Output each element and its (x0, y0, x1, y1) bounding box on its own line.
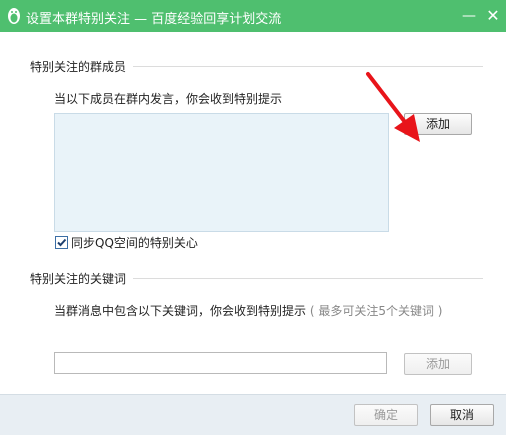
keywords-limit-note: ( 最多可关注5个关键词 ) (309, 304, 443, 318)
sync-qzone-label: 同步QQ空间的特别关心 (71, 236, 198, 250)
keywords-hint: 当群消息中包含以下关键词，你会收到特别提示 ( 最多可关注5个关键词 ) (54, 302, 442, 319)
dialog-body: 特别关注的群成员 当以下成员在群内发言，你会收到特别提示 添加 同步QQ空间的特… (0, 32, 506, 394)
sync-qzone-checkbox[interactable] (55, 236, 68, 249)
annotation-arrow-icon (366, 72, 420, 142)
sync-qzone-checkbox-row[interactable]: 同步QQ空间的特别关心 (55, 234, 198, 251)
confirm-button[interactable]: 确定 (354, 404, 418, 426)
members-hint: 当以下成员在群内发言，你会收到特别提示 (54, 92, 283, 106)
title-bar: 设置本群特别关注 — 百度经验回享计划交流 — ✕ (0, 0, 506, 32)
keyword-input[interactable] (54, 352, 387, 374)
window-title: 设置本群特别关注 — 百度经验回享计划交流 (26, 12, 282, 27)
close-button[interactable]: ✕ (478, 0, 506, 32)
add-keyword-button[interactable]: 添加 (404, 353, 472, 375)
members-section-title: 特别关注的群成员 (30, 60, 127, 74)
keywords-section-divider (133, 278, 483, 279)
member-list[interactable] (54, 113, 389, 232)
keywords-section-title: 特别关注的关键词 (30, 272, 127, 286)
members-section-divider (133, 66, 483, 67)
dialog-footer: 确定 取消 (0, 394, 506, 435)
cancel-button[interactable]: 取消 (430, 404, 494, 426)
qq-penguin-icon (8, 8, 20, 24)
keywords-hint-text: 当群消息中包含以下关键词，你会收到特别提示 (54, 304, 307, 318)
check-icon (57, 238, 67, 247)
